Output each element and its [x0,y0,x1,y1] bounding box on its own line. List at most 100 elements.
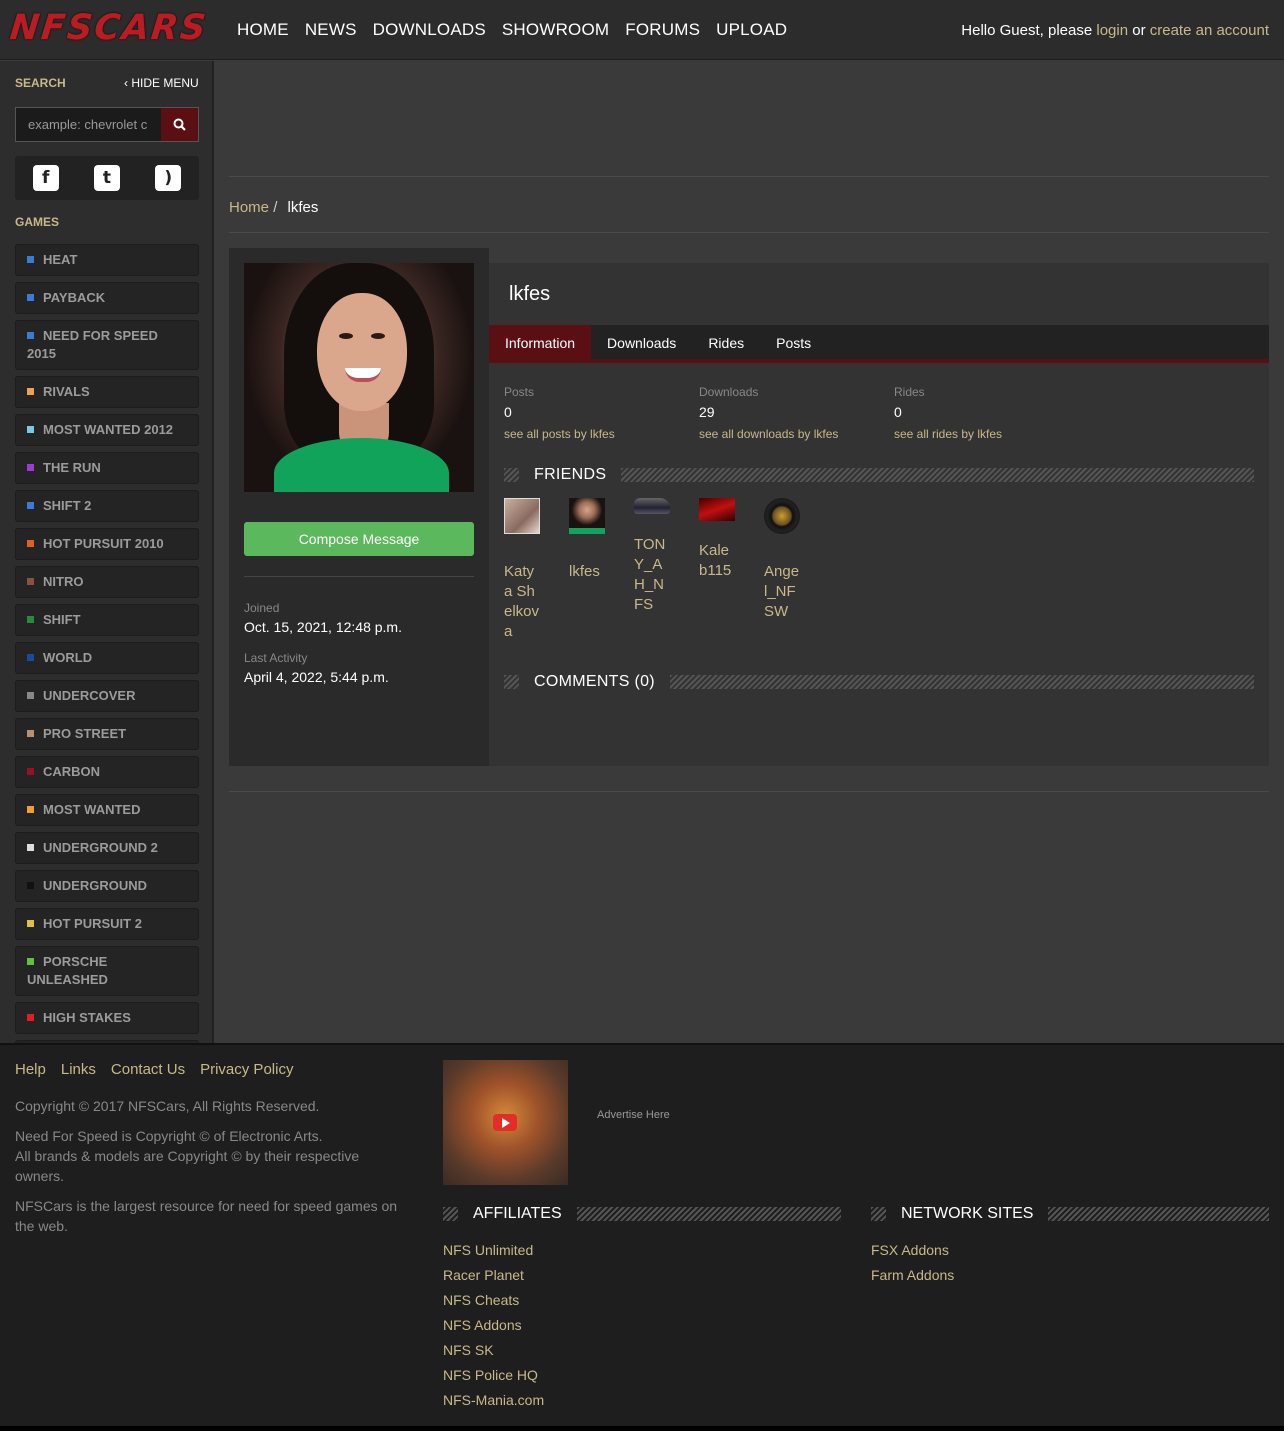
game-color-icon [27,294,34,301]
affiliate-link[interactable]: NFS Addons [443,1313,544,1338]
friend-name[interactable]: Katya Shelkova [504,562,540,642]
tab-rides[interactable]: Rides [692,325,760,359]
game-item[interactable]: WORLD [15,642,199,674]
affiliates-list: NFS Unlimited Racer Planet NFS Cheats NF… [443,1238,544,1413]
nav-forums[interactable]: FORUMS [625,20,700,40]
footer: Help Links Contact Us Privacy Policy Cop… [0,1043,1284,1426]
affiliate-link[interactable]: NFS-Mania.com [443,1388,544,1413]
nav-home[interactable]: HOME [237,20,289,40]
game-item[interactable]: HOT PURSUIT 2 [15,908,199,940]
game-item[interactable]: NITRO [15,566,199,598]
game-item[interactable]: CARBON [15,756,199,788]
stat-value: 0 [894,404,902,420]
affiliate-link[interactable]: NFS Police HQ [443,1363,544,1388]
friend-item[interactable]: TONY_AH_NFS [634,498,670,615]
profile-username: lkfes [509,283,551,305]
sidebar: SEARCH ‹ HIDE MENU example: chevrolet c … [0,61,214,1110]
tab-information[interactable]: Information [489,325,592,359]
login-link[interactable]: login [1096,22,1128,39]
game-label: UNDERGROUND 2 [43,840,158,855]
see-all-downloads-link[interactable]: see all downloads by lkfes [699,427,838,441]
game-item[interactable]: NEED FOR SPEED 2015 [15,320,199,370]
game-item[interactable]: HIGH STAKES [15,1002,199,1034]
game-item[interactable]: SHIFT 2 [15,490,199,522]
game-label: CARBON [43,764,101,779]
friend-item[interactable]: lkfes [569,498,605,582]
footer-link-privacy[interactable]: Privacy Policy [200,1061,293,1078]
see-all-posts-link[interactable]: see all posts by lkfes [504,427,615,441]
nav-downloads[interactable]: DOWNLOADS [373,20,486,40]
friend-item[interactable]: Angel_NFSW [764,498,800,622]
network-list: FSX Addons Farm Addons [871,1238,954,1288]
game-item[interactable]: SHIFT [15,604,199,636]
game-label: SHIFT [43,612,81,627]
joined-label: Joined [244,601,280,615]
games-label: GAMES [15,215,60,229]
friend-name[interactable]: Kaleb115 [699,541,735,581]
profile-detail: lkfes Information Downloads Rides Posts … [489,263,1269,766]
friend-item[interactable]: Katya Shelkova [504,498,540,642]
game-item[interactable]: PRO STREET [15,718,199,750]
tab-downloads[interactable]: Downloads [591,325,692,359]
search-button[interactable] [161,108,198,141]
game-label: PORSCHE UNLEASHED [27,954,108,987]
stat-value: 0 [504,404,512,420]
game-color-icon [27,256,34,263]
game-color-icon [27,502,34,509]
game-item[interactable]: UNDERGROUND [15,870,199,902]
game-item[interactable]: PAYBACK [15,282,199,314]
game-label: NITRO [43,574,84,589]
hide-menu-button[interactable]: ‹ HIDE MENU [124,76,199,90]
nav-showroom[interactable]: SHOWROOM [502,20,609,40]
affiliate-link[interactable]: NFS Cheats [443,1288,544,1313]
game-item[interactable]: MOST WANTED 2012 [15,414,199,446]
affiliates-heading: AFFILIATES [443,1205,841,1223]
game-label: UNDERCOVER [43,688,136,703]
friend-name[interactable]: TONY_AH_NFS [634,535,670,615]
breadcrumb-current: lkfes [287,199,319,216]
game-item[interactable]: RIVALS [15,376,199,408]
nav-upload[interactable]: UPLOAD [716,20,787,40]
game-item[interactable]: UNDERCOVER [15,680,199,712]
affiliate-link[interactable]: NFS Unlimited [443,1238,544,1263]
game-color-icon [27,540,34,547]
rss-icon[interactable]: ) [155,165,182,191]
game-item[interactable]: HOT PURSUIT 2010 [15,528,199,560]
advertise-link[interactable]: Advertise Here [597,1109,670,1121]
friend-item[interactable]: Kaleb115 [699,498,735,581]
network-link[interactable]: FSX Addons [871,1238,954,1263]
divider [244,576,474,577]
search-input[interactable]: example: chevrolet c [16,108,161,141]
nav-news[interactable]: NEWS [305,20,357,40]
twitter-icon[interactable]: t [93,165,120,191]
see-all-rides-link[interactable]: see all rides by lkfes [894,427,1002,441]
game-item[interactable]: MOST WANTED [15,794,199,826]
game-item[interactable]: HEAT [15,244,199,276]
tab-posts[interactable]: Posts [760,325,827,359]
footer-link-contact[interactable]: Contact Us [111,1061,185,1078]
game-item[interactable]: THE RUN [15,452,199,484]
game-item[interactable]: UNDERGROUND 2 [15,832,199,864]
site-logo[interactable]: NFSCARS [8,8,210,48]
footer-link-help[interactable]: Help [15,1061,46,1078]
friend-avatar [699,498,735,521]
footer-link-links[interactable]: Links [61,1061,96,1078]
last-activity-label: Last Activity [244,651,308,665]
video-ad-thumbnail[interactable] [443,1060,568,1185]
breadcrumb-sep: / [273,199,278,216]
breadcrumb-home[interactable]: Home [229,199,269,216]
compose-message-button[interactable]: Compose Message [244,522,474,556]
friend-name[interactable]: lkfes [569,562,605,582]
greeting-or: or [1132,22,1146,39]
divider [229,791,1269,792]
game-item[interactable]: PORSCHE UNLEASHED [15,946,199,996]
game-color-icon [27,388,34,395]
facebook-icon[interactable]: f [32,165,59,191]
affiliate-link[interactable]: Racer Planet [443,1263,544,1288]
game-label: UNDERGROUND [43,878,147,893]
create-account-link[interactable]: create an account [1150,22,1269,39]
network-link[interactable]: Farm Addons [871,1263,954,1288]
affiliate-link[interactable]: NFS SK [443,1338,544,1363]
chevron-left-icon: ‹ [124,76,128,90]
friend-name[interactable]: Angel_NFSW [764,562,800,622]
